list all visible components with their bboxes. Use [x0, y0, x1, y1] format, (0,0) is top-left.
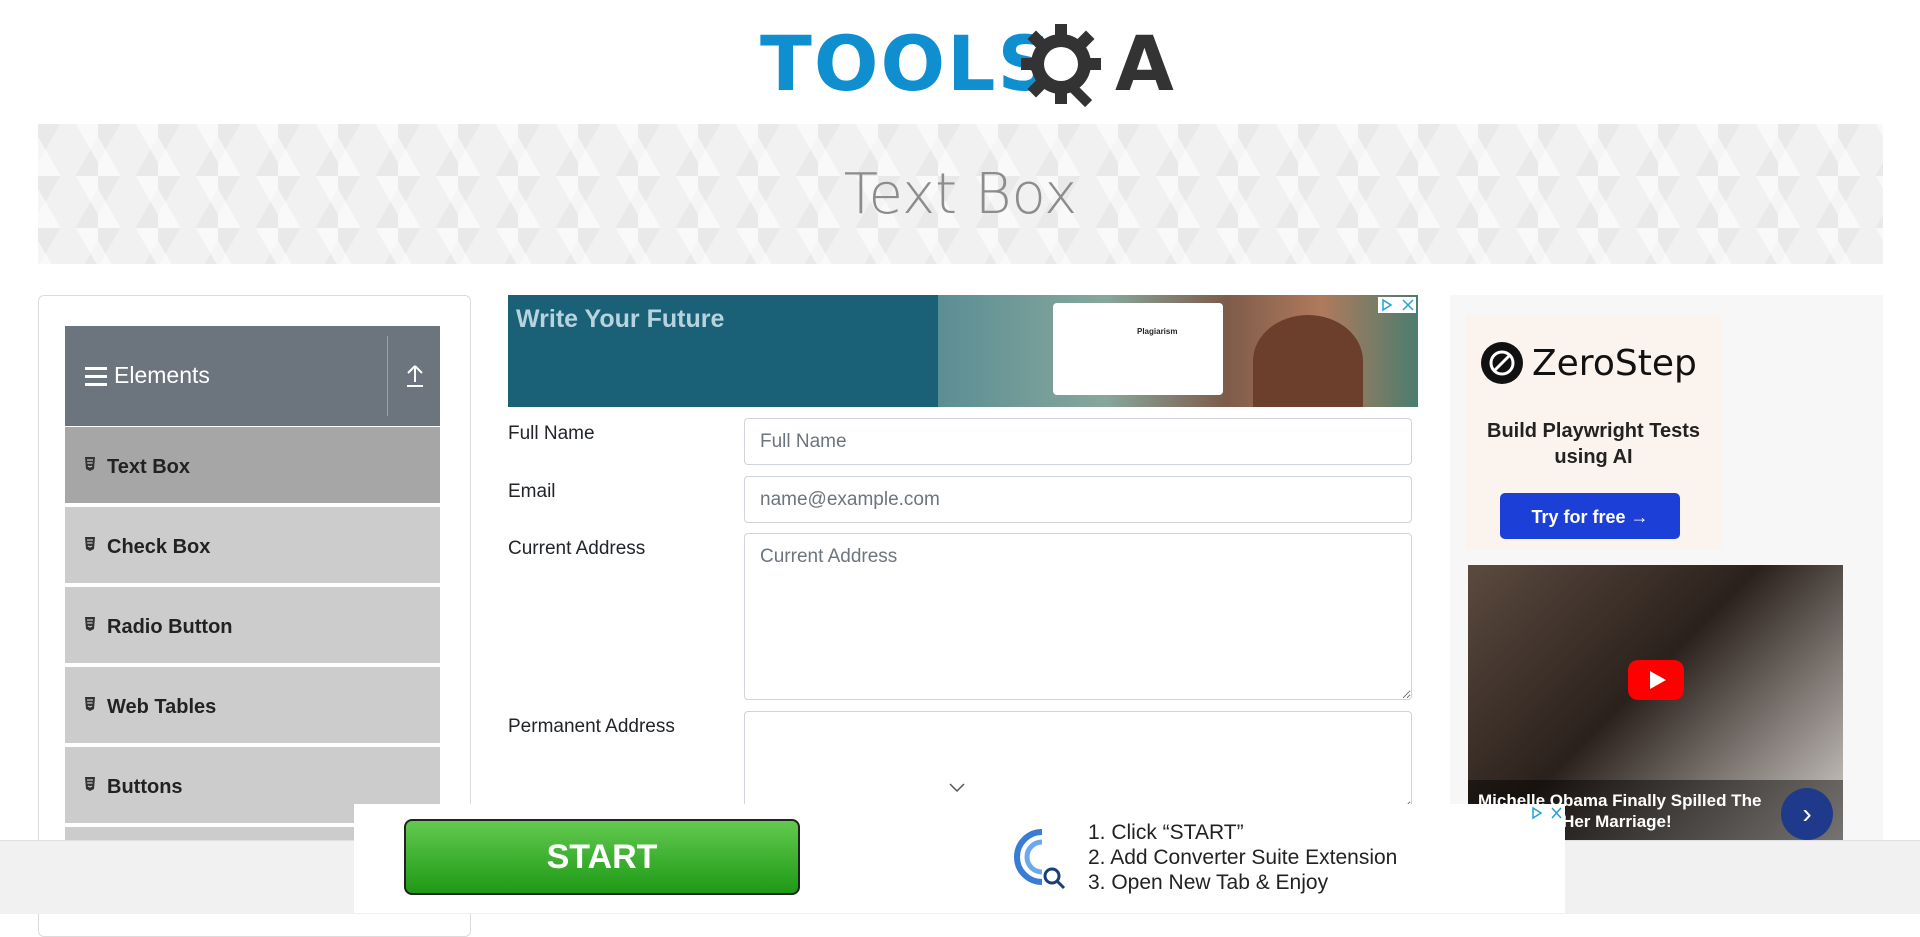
zerostep-tagline: Build Playwright Tests using AI	[1487, 420, 1700, 468]
ad-close-icon[interactable]	[1378, 297, 1416, 313]
zerostep-brand: ZeroStep	[1532, 343, 1697, 384]
sidebar-group-elements[interactable]: Elements	[65, 326, 440, 426]
html5-icon	[85, 697, 95, 711]
sidebar-item-label: Check Box	[107, 536, 211, 558]
sidebar-item-label: Text Box	[107, 456, 190, 478]
chevron-down-icon[interactable]	[948, 780, 966, 794]
step-3: 3. Open New Tab & Enjoy	[1088, 871, 1329, 894]
email-label: Email	[508, 481, 556, 502]
video-ad[interactable]: Michelle Obama Finally Spilled The Beans…	[1468, 565, 1843, 840]
ad-card-heading: Plagiarism	[1137, 327, 1178, 336]
ad-close-icon[interactable]	[1529, 804, 1565, 822]
logo-letter: A	[1115, 19, 1174, 108]
step-1: 1. Click “START”	[1088, 821, 1244, 844]
sidebar-group-label: Elements	[114, 362, 210, 388]
ad-headline: Write Your Future	[516, 305, 725, 333]
sidebar-item-web-tables[interactable]: Web Tables	[65, 667, 440, 745]
install-steps: 1. Click “START” 2. Add Converter Suite …	[1088, 820, 1397, 895]
zerostep-ad-card[interactable]: ZeroStep Build Playwright Tests using AI…	[1466, 315, 1721, 550]
hamburger-icon	[85, 367, 107, 387]
full-name-input[interactable]	[744, 418, 1412, 465]
sidebar-item-check-box[interactable]: Check Box	[65, 507, 440, 585]
ad-card: Plagiarism	[1053, 303, 1223, 395]
sidebar-item-text-box[interactable]: Text Box	[65, 427, 440, 505]
ad-left-panel: Write Your Future	[508, 295, 940, 407]
html5-icon	[85, 777, 95, 791]
ad-photo	[1253, 315, 1363, 407]
logo-text: TOOLS	[760, 19, 1055, 108]
html5-icon	[85, 617, 95, 631]
permanent-address-label: Permanent Address	[508, 716, 675, 737]
sidebar-item-radio-button[interactable]: Radio Button	[65, 587, 440, 665]
youtube-play-icon[interactable]	[1628, 660, 1684, 700]
full-name-label: Full Name	[508, 423, 595, 444]
converter-suite-icon	[1014, 829, 1066, 890]
bottom-ad[interactable]: START 1. Click “START” 2. Add Converter …	[354, 804, 1565, 913]
gear-magnifier-icon	[1021, 24, 1101, 108]
top-ad[interactable]: Write Your Future Plagiarism	[508, 295, 1418, 407]
zerostep-logo-icon	[1481, 342, 1523, 384]
right-ad[interactable]: ZeroStep Build Playwright Tests using AI…	[1450, 295, 1883, 840]
html5-icon	[85, 457, 95, 471]
sidebar-item-label: Buttons	[107, 776, 183, 798]
start-button[interactable]: START	[404, 819, 800, 895]
current-address-label: Current Address	[508, 538, 646, 559]
current-address-textarea[interactable]	[744, 533, 1412, 700]
email-input[interactable]	[744, 476, 1412, 523]
divider	[387, 336, 388, 416]
try-for-free-button[interactable]: Try for free →	[1500, 493, 1680, 539]
next-arrow-icon[interactable]: ›	[1781, 788, 1833, 840]
sidebar-item-label: Radio Button	[107, 616, 233, 638]
toolsqa-logo[interactable]: TOOLS A	[760, 18, 1174, 114]
page-title: Text Box	[843, 162, 1078, 227]
permanent-address-textarea[interactable]	[744, 711, 1412, 811]
html5-icon	[85, 537, 95, 551]
step-2: 2. Add Converter Suite Extension	[1088, 846, 1398, 869]
page-banner: Text Box	[38, 124, 1883, 264]
sidebar-item-label: Web Tables	[107, 696, 217, 718]
upload-arrow-icon[interactable]	[403, 362, 427, 390]
